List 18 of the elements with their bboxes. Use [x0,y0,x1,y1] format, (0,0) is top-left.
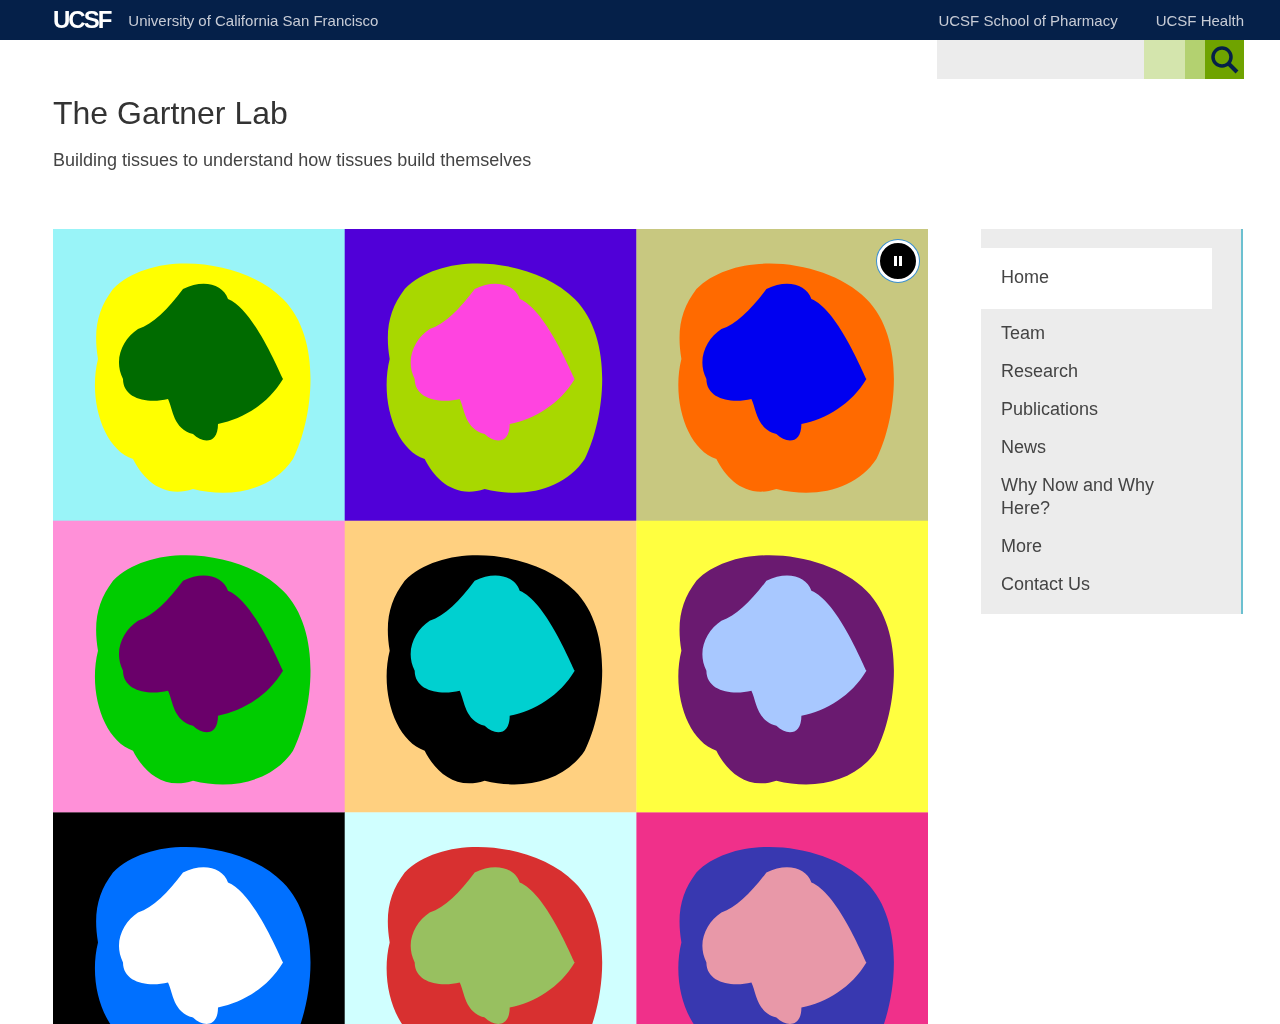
logo[interactable]: UCSF [53,6,111,34]
nav-item[interactable]: Publications [981,391,1212,429]
nav-item[interactable]: Research [981,353,1212,391]
search-icon [1209,44,1240,75]
university-name: University of California San Francisco [128,11,379,29]
nav-item[interactable]: Team [981,315,1212,353]
pause-icon [891,254,905,268]
nav-item[interactable]: News [981,429,1212,467]
search-button[interactable] [1205,40,1244,79]
search-field[interactable] [937,40,1144,79]
nav-item[interactable]: Home [981,248,1212,309]
site-title: The Gartner Lab [53,95,289,132]
nav-item[interactable]: More [981,528,1212,566]
top-link[interactable]: UCSF School of Pharmacy [938,11,1118,29]
nav-item[interactable]: Why Now and Why Here? [981,467,1212,528]
site-tagline: Building tissues to understand how tissues build themselves [53,150,533,171]
nav-item[interactable]: Contact Us [981,566,1212,604]
top-link[interactable]: UCSF Health [1155,11,1244,29]
